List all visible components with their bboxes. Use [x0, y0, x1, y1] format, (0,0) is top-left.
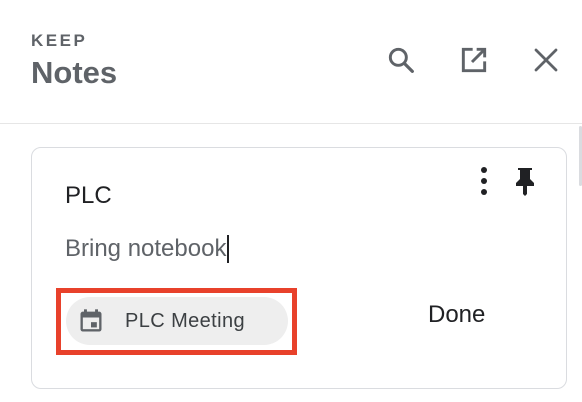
chip-label: PLC Meeting — [125, 309, 246, 332]
open-in-new-button[interactable] — [456, 42, 492, 78]
close-icon — [534, 48, 558, 72]
close-button[interactable] — [528, 42, 564, 78]
note-title[interactable]: PLC — [65, 182, 112, 210]
more-vert-icon — [481, 167, 487, 195]
keep-notes-panel: KEEP Notes PLC Bring notebook PLC Meetin… — [0, 0, 582, 402]
note-body-text: Bring notebook — [65, 235, 227, 262]
done-button[interactable]: Done — [428, 301, 485, 329]
search-icon — [388, 47, 414, 73]
open-in-new-icon — [461, 47, 487, 73]
text-cursor — [227, 235, 229, 263]
pin-icon — [516, 168, 534, 196]
app-label: KEEP — [31, 31, 88, 50]
more-options-button[interactable] — [469, 164, 499, 198]
page-title: Notes — [31, 55, 118, 90]
note-card[interactable]: PLC Bring notebook PLC Meeting Done — [31, 147, 567, 389]
pin-button[interactable] — [510, 164, 540, 198]
note-body-field[interactable]: Bring notebook — [65, 235, 229, 263]
calendar-event-chip[interactable]: PLC Meeting — [66, 297, 288, 345]
calendar-icon — [77, 307, 105, 335]
header: KEEP Notes — [0, 0, 582, 124]
search-button[interactable] — [383, 42, 419, 78]
